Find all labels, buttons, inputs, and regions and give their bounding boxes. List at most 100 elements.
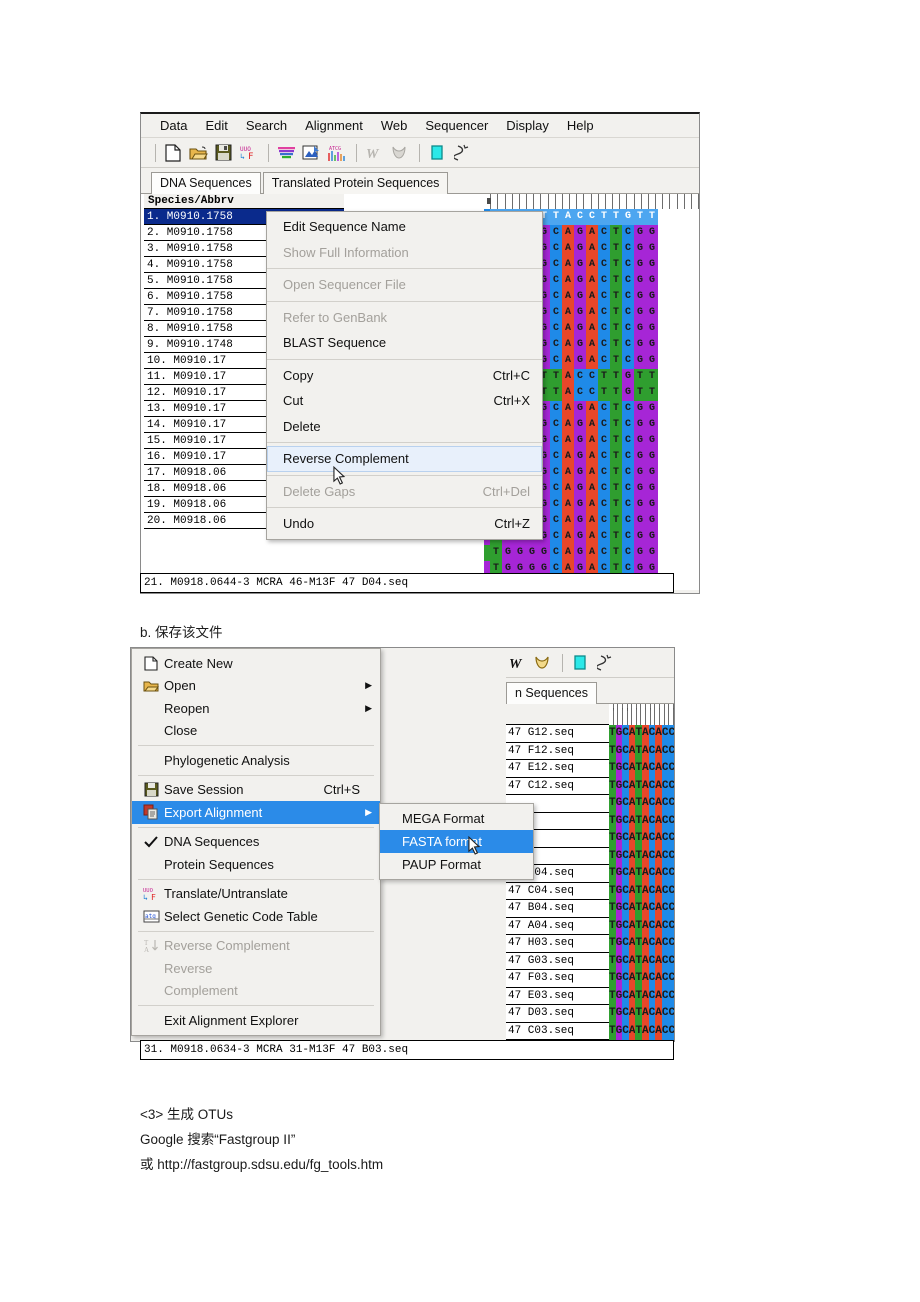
sequence-cell[interactable]: C bbox=[668, 725, 674, 743]
sequence-cell[interactable]: T bbox=[635, 917, 643, 935]
sequence-cell[interactable]: A bbox=[655, 900, 662, 918]
sequence-row[interactable]: TGCATACACCGATG bbox=[609, 882, 674, 900]
sequence-cell[interactable]: A bbox=[655, 777, 662, 795]
sequence-cell[interactable]: G bbox=[615, 812, 623, 830]
sequence-cell[interactable]: C bbox=[598, 321, 610, 337]
sequence-cell[interactable]: C bbox=[550, 513, 562, 529]
context-menu-item[interactable]: Copy Ctrl+C bbox=[267, 363, 542, 389]
ruler-cell[interactable] bbox=[605, 194, 614, 209]
alignment-bottom-row-2[interactable]: 31. M0918.0634-3 MCRA 31-M13F 47 B03.seq bbox=[140, 1040, 674, 1060]
species-row[interactable]: 47 H03.seq bbox=[506, 935, 609, 953]
sequence-cell[interactable]: C bbox=[668, 917, 674, 935]
ruler-cell[interactable] bbox=[620, 194, 628, 209]
sequence-cell[interactable]: T bbox=[635, 900, 643, 918]
sequence-cell[interactable]: A bbox=[628, 935, 636, 953]
sequence-cell[interactable]: A bbox=[642, 795, 649, 813]
sequence-row[interactable]: TGCATACACCGATG bbox=[609, 812, 674, 830]
sequence-cell[interactable]: C bbox=[622, 241, 634, 257]
sequence-cell[interactable]: A bbox=[655, 760, 662, 778]
sequence-cell[interactable]: C bbox=[574, 369, 586, 385]
sequence-cell[interactable]: C bbox=[550, 289, 562, 305]
sequence-cell[interactable]: T bbox=[609, 935, 616, 953]
species-row[interactable]: 47 A04.seq bbox=[506, 917, 609, 935]
ruler-cell[interactable] bbox=[562, 194, 571, 209]
sequence-cell[interactable]: C bbox=[598, 529, 610, 545]
sequence-cell[interactable]: C bbox=[668, 795, 674, 813]
sequence-cell[interactable]: C bbox=[622, 289, 634, 305]
sequence-cell[interactable]: A bbox=[562, 273, 574, 289]
sequence-cell[interactable]: C bbox=[622, 935, 629, 953]
dna-toggle-icon[interactable] bbox=[451, 142, 473, 164]
sequence-cell[interactable]: G bbox=[646, 241, 658, 257]
sequence-cell[interactable]: A bbox=[586, 289, 598, 305]
sequence-cell[interactable]: C bbox=[661, 760, 669, 778]
sequence-cell[interactable]: T bbox=[610, 513, 622, 529]
ruler-cell[interactable] bbox=[684, 194, 692, 209]
sequence-cell[interactable]: G bbox=[615, 742, 623, 760]
sequence-cell[interactable]: A bbox=[642, 987, 649, 1005]
sequence-cell[interactable]: G bbox=[634, 529, 646, 545]
sequence-cell[interactable]: C bbox=[574, 209, 586, 225]
sequence-cell[interactable]: C bbox=[661, 1022, 669, 1040]
menu-bar[interactable]: Data Edit Search Alignment Web Sequencer… bbox=[141, 114, 699, 138]
sequence-cell[interactable]: A bbox=[562, 337, 574, 353]
sequence-cell[interactable]: T bbox=[609, 952, 616, 970]
sequence-cell[interactable]: C bbox=[661, 795, 669, 813]
sequence-cell[interactable]: A bbox=[562, 321, 574, 337]
tab-translated-protein-sequences[interactable]: Translated Protein Sequences bbox=[262, 172, 449, 194]
sequence-cell[interactable]: C bbox=[668, 900, 674, 918]
data-menu-item[interactable]: DNA Sequences bbox=[132, 831, 380, 854]
sequence-cell[interactable]: T bbox=[634, 385, 646, 401]
sequence-cell[interactable]: C bbox=[598, 401, 610, 417]
ruler-cell[interactable] bbox=[691, 194, 699, 209]
sequence-cell[interactable]: T bbox=[610, 545, 622, 561]
sequence-cell[interactable]: C bbox=[661, 847, 669, 865]
data-menu-item[interactable]: Save Session Ctrl+S bbox=[132, 779, 380, 802]
sequence-cell[interactable]: C bbox=[586, 209, 598, 225]
sequence-cell[interactable]: A bbox=[562, 513, 574, 529]
column-ruler-2[interactable]: ************* bbox=[609, 704, 674, 725]
clustalw-icon[interactable]: W bbox=[363, 142, 385, 164]
sequence-cell[interactable]: C bbox=[622, 449, 634, 465]
submenu-item[interactable]: PAUP Format bbox=[380, 853, 533, 876]
sequence-cell[interactable]: G bbox=[574, 433, 586, 449]
sequence-cell[interactable]: A bbox=[562, 225, 574, 241]
sequence-cell[interactable]: C bbox=[622, 795, 629, 813]
sequence-cell[interactable]: C bbox=[622, 777, 629, 795]
sequence-cell[interactable]: C bbox=[661, 742, 669, 760]
sequence-cell[interactable]: A bbox=[586, 433, 598, 449]
ruler-cell[interactable] bbox=[584, 194, 592, 209]
open-folder-icon[interactable] bbox=[187, 142, 209, 164]
sequence-cell[interactable]: C bbox=[550, 449, 562, 465]
sequence-cell[interactable]: T bbox=[609, 900, 616, 918]
ruler-cell[interactable] bbox=[534, 194, 542, 209]
sequence-cell[interactable]: C bbox=[622, 433, 634, 449]
sequence-cell[interactable]: T bbox=[635, 760, 643, 778]
sequence-cell[interactable]: C bbox=[648, 830, 656, 848]
sequence-cell[interactable]: G bbox=[646, 353, 658, 369]
sequence-cell[interactable]: G bbox=[634, 337, 646, 353]
trace-data-icon[interactable]: ATCG bbox=[325, 142, 347, 164]
sequence-cell[interactable]: C bbox=[622, 917, 629, 935]
sequence-cell[interactable]: C bbox=[648, 970, 656, 988]
sequence-cell[interactable]: C bbox=[661, 777, 669, 795]
dna-toggle-icon[interactable] bbox=[594, 652, 616, 674]
sequence-cell[interactable]: G bbox=[574, 225, 586, 241]
ruler-cell[interactable] bbox=[591, 194, 599, 209]
sequence-cell[interactable]: C bbox=[648, 952, 656, 970]
sequence-cell[interactable]: T bbox=[610, 289, 622, 305]
sequence-cell[interactable]: A bbox=[655, 795, 662, 813]
sequence-cell[interactable]: A bbox=[586, 273, 598, 289]
sequence-cell[interactable]: C bbox=[598, 513, 610, 529]
sequence-cell[interactable]: C bbox=[648, 882, 656, 900]
sequence-cell[interactable]: C bbox=[622, 321, 634, 337]
sequence-cell[interactable]: A bbox=[628, 847, 636, 865]
sequence-cell[interactable]: C bbox=[550, 417, 562, 433]
sequence-row[interactable]: TGCATACACCGATG bbox=[609, 987, 674, 1005]
sequence-cell[interactable]: C bbox=[622, 497, 634, 513]
sequence-cell[interactable]: G bbox=[615, 830, 623, 848]
sequence-cell[interactable]: A bbox=[562, 289, 574, 305]
menu-item-web[interactable]: Web bbox=[372, 116, 417, 135]
menu-item-display[interactable]: Display bbox=[497, 116, 558, 135]
sequence-cell[interactable]: T bbox=[609, 760, 616, 778]
